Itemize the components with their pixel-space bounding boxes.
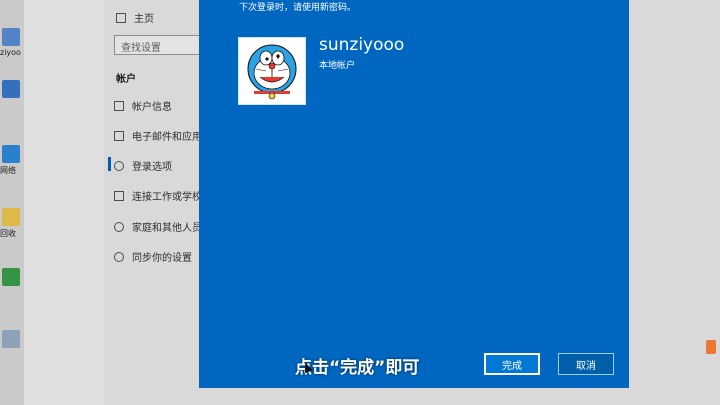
doraemon-avatar-icon bbox=[247, 44, 297, 100]
finish-button[interactable]: 完成 bbox=[484, 353, 540, 375]
account-dialog: 下次登录时，请使用新密码。 sunziyooo 本地帐户 点击“完成”即可 完成… bbox=[199, 0, 629, 388]
account-type-label: 本地帐户 bbox=[319, 61, 356, 71]
dialog-instruction: 下次登录时，请使用新密码。 bbox=[239, 3, 357, 13]
avatar bbox=[238, 37, 306, 105]
cancel-button[interactable]: 取消 bbox=[558, 353, 614, 375]
subtitle-text: 点击“完成”即可 bbox=[295, 358, 420, 378]
account-username: sunziyooo bbox=[319, 35, 405, 55]
tray-app-icon[interactable] bbox=[706, 340, 716, 354]
finish-button-label: 完成 bbox=[502, 360, 522, 372]
cancel-button-label: 取消 bbox=[576, 360, 596, 372]
